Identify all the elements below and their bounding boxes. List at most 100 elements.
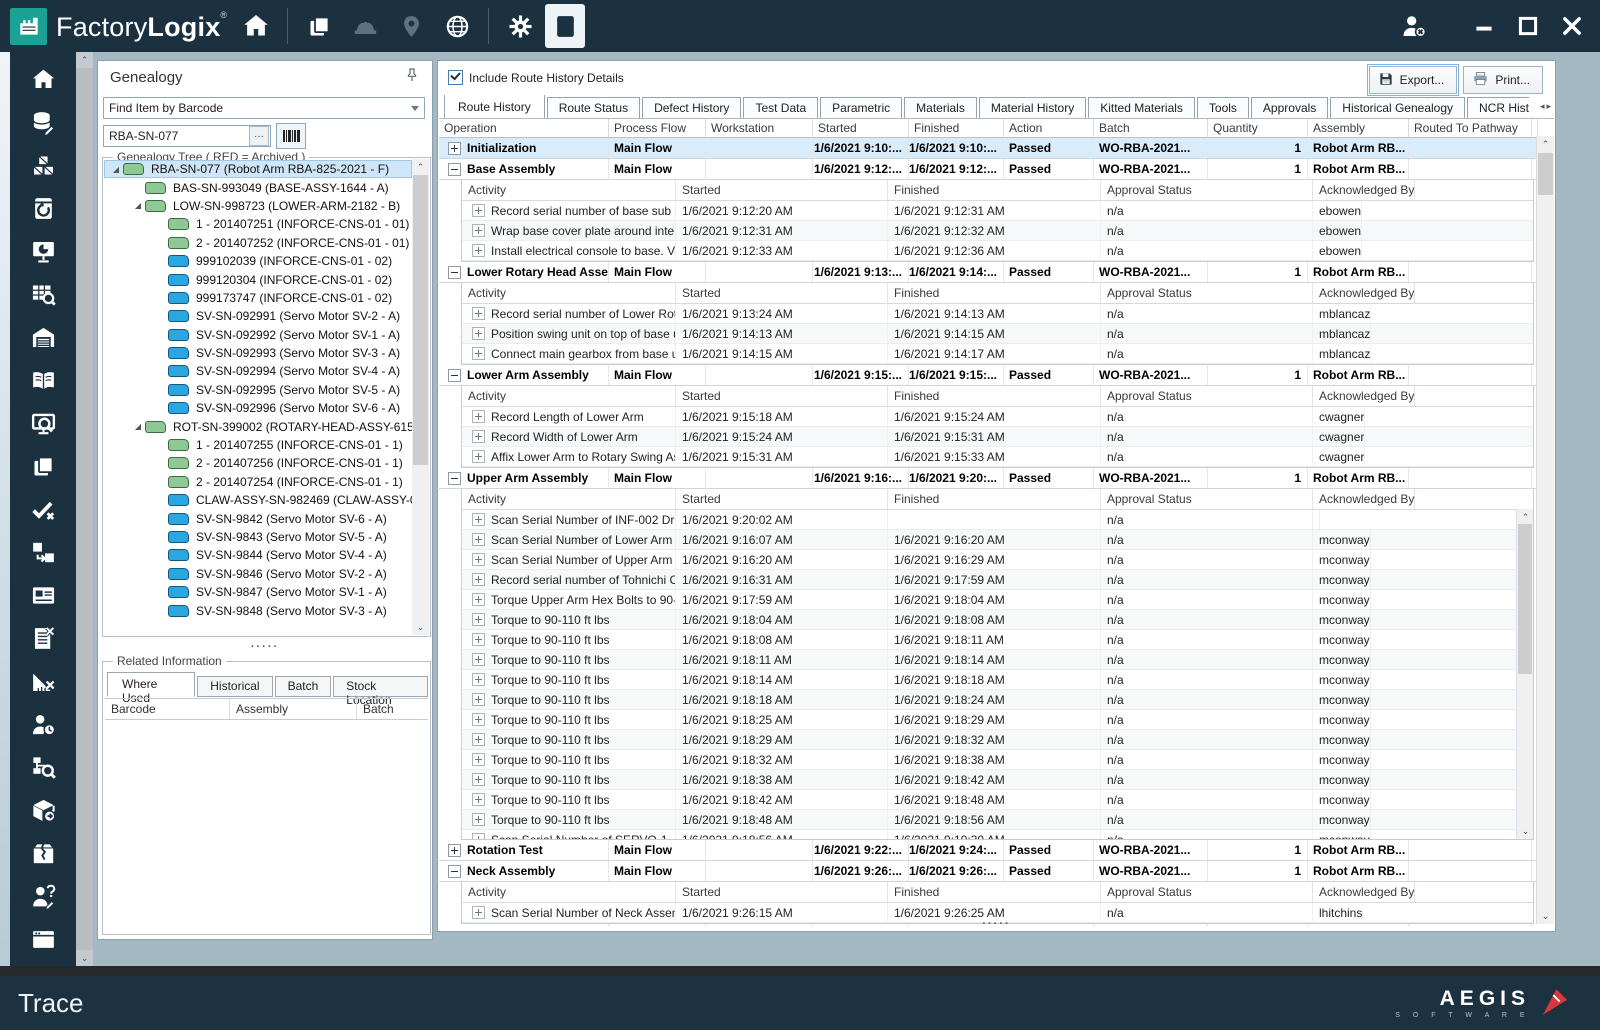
activity-row[interactable]: Record serial number of base sub asse...… xyxy=(462,201,1533,221)
column-header-assembly[interactable]: Assembly xyxy=(1308,119,1409,137)
operation-row[interactable]: Lower Rotary Head Asse... Main Flow 1/6/20… xyxy=(439,262,1554,283)
expand-icon[interactable] xyxy=(472,673,485,686)
operation-row[interactable]: Neck Assembly Main Flow 1/6/2021 9:26:... 1… xyxy=(439,861,1554,882)
expand-icon[interactable] xyxy=(472,224,485,237)
scroll-down-icon[interactable]: ⌄ xyxy=(412,619,429,635)
pin-icon[interactable] xyxy=(404,67,420,87)
activity-row[interactable]: Install electrical console to base. Veri… xyxy=(462,241,1533,261)
sidebar-item-window-partial[interactable] xyxy=(30,926,57,953)
scroll-up-icon[interactable]: ⌃ xyxy=(412,159,429,175)
home-icon[interactable] xyxy=(235,5,277,47)
user-logout-icon[interactable] xyxy=(1396,9,1432,43)
activity-row[interactable]: Record Length of Lower Arm 1/6/2021 9:15:… xyxy=(462,407,1533,427)
sidebar-item-list-remove[interactable] xyxy=(30,625,57,652)
sub-table-scrollbar[interactable]: ⌃ ⌄ xyxy=(1516,509,1533,839)
activity-column-header[interactable]: Finished xyxy=(888,489,1101,509)
expand-icon[interactable] xyxy=(472,307,485,320)
chevron-down-icon[interactable] xyxy=(406,98,424,118)
activity-column-header[interactable]: Started xyxy=(676,882,888,902)
activity-row[interactable]: Torque to 90-110 ft lbs 1/6/2021 9:18:32 … xyxy=(462,750,1533,770)
activity-column-header[interactable]: Finished xyxy=(888,283,1101,303)
globe-icon[interactable] xyxy=(436,5,478,47)
close-button[interactable] xyxy=(1554,9,1590,43)
barcode-scan-button[interactable] xyxy=(276,123,306,149)
tree-item[interactable]: SV-SN-9844 (Servo Motor SV-4 - A) xyxy=(104,546,412,564)
expand-icon[interactable] xyxy=(472,613,485,626)
operation-row[interactable]: Initialization Main Flow 1/6/2021 9:10:...… xyxy=(439,138,1554,159)
activity-row[interactable]: Torque to 90-110 ft lbs 1/6/2021 9:18:11 … xyxy=(462,650,1533,670)
collapse-icon[interactable] xyxy=(448,864,461,878)
tree-item[interactable]: CLAW-ASSY-SN-982469 (CLAW-ASSY-029938... xyxy=(104,491,412,509)
include-route-history-checkbox[interactable] xyxy=(448,70,463,85)
scroll-up-icon[interactable]: ⌃ xyxy=(1517,509,1534,525)
activity-column-header[interactable]: Approval Status xyxy=(1101,882,1313,902)
tab-material-history[interactable]: Material History xyxy=(978,97,1087,118)
collapse-icon[interactable] xyxy=(448,265,461,279)
activity-column-header[interactable]: Acknowledged By xyxy=(1313,283,1416,303)
related-column-header[interactable]: Assembly xyxy=(230,699,357,719)
minimize-button[interactable] xyxy=(1466,9,1502,43)
column-header-action[interactable]: Action xyxy=(1004,119,1094,137)
sidebar-item-trace-book[interactable] xyxy=(30,195,57,222)
sidebar-item-home[interactable] xyxy=(30,66,57,93)
map-pin-icon[interactable] xyxy=(390,5,432,47)
activity-column-header[interactable]: Activity xyxy=(462,283,676,303)
tree-item[interactable]: SV-SN-092993 (Servo Motor SV-3 - A) xyxy=(104,344,412,362)
sidebar-item-user-clock[interactable] xyxy=(30,711,57,738)
related-column-header[interactable]: Batch xyxy=(357,699,428,719)
activity-row[interactable]: Torque to 90-110 ft lbs 1/6/2021 9:18:14 … xyxy=(462,670,1533,690)
expand-icon[interactable] xyxy=(472,327,485,340)
splitter-handle[interactable]: ····· xyxy=(98,641,432,653)
tree-item[interactable]: BAS-SN-993049 (BASE-ASSY-1644 - A) xyxy=(104,178,412,196)
activity-column-header[interactable]: Started xyxy=(676,386,888,406)
activity-row[interactable]: Record Width of Lower Arm 1/6/2021 9:15:2… xyxy=(462,427,1533,447)
sidebar-item-copy-pages[interactable] xyxy=(30,453,57,480)
tree-item[interactable]: SV-SN-9843 (Servo Motor SV-5 - A) xyxy=(104,528,412,546)
tree-expander-icon[interactable]: ◢ xyxy=(109,165,123,174)
activity-column-header[interactable]: Activity xyxy=(462,386,676,406)
tree-item[interactable]: ◢ ROT-SN-399002 (ROTARY-HEAD-ASSY-615 - G… xyxy=(104,417,412,435)
activity-column-header[interactable]: Approval Status xyxy=(1101,489,1313,509)
expand-icon[interactable] xyxy=(472,533,485,546)
sidebar-item-check-remove[interactable] xyxy=(30,496,57,523)
activity-row[interactable]: Torque to 90-110 ft lbs 1/6/2021 9:18:25 … xyxy=(462,710,1533,730)
collapse-icon[interactable] xyxy=(448,471,461,485)
expand-icon[interactable] xyxy=(472,713,485,726)
expand-icon[interactable] xyxy=(472,633,485,646)
expand-icon[interactable] xyxy=(472,753,485,766)
copy-pages-icon[interactable] xyxy=(298,5,340,47)
scroll-down-icon[interactable]: ⌄ xyxy=(1517,823,1534,839)
tree-item[interactable]: SV-SN-092992 (Servo Motor SV-1 - A) xyxy=(104,326,412,344)
expand-icon[interactable] xyxy=(472,450,485,463)
expand-icon[interactable] xyxy=(472,833,485,839)
scrollbar-thumb[interactable] xyxy=(413,175,428,465)
sidebar-item-database-edit[interactable] xyxy=(30,109,57,136)
activity-row[interactable]: Scan Serial Number of SERVO-11/6/2021 9:… xyxy=(462,830,1533,839)
activity-row[interactable]: Torque to 90-110 ft lbs 1/6/2021 9:18:08 … xyxy=(462,630,1533,650)
operation-row[interactable]: Rotation Test Main Flow 1/6/2021 9:22:... 1… xyxy=(439,840,1554,861)
sidebar-item-hierarchy-search[interactable] xyxy=(30,754,57,781)
tab-scroll-left-icon[interactable]: ◂ xyxy=(1540,101,1545,112)
scrollbar-thumb[interactable] xyxy=(1538,153,1553,195)
column-header-workstation[interactable]: Workstation xyxy=(706,119,813,137)
activity-row[interactable]: Torque to 90-110 ft lbs 1/6/2021 9:18:48 … xyxy=(462,810,1533,830)
activity-row[interactable]: Torque Upper Arm Hex Bolts to 90-11...1/… xyxy=(462,590,1533,610)
activity-column-header[interactable]: Acknowledged By xyxy=(1313,489,1416,509)
activity-column-header[interactable]: Started xyxy=(676,283,888,303)
expand-icon[interactable] xyxy=(472,653,485,666)
activity-row[interactable]: Scan Serial Number of INF-002 Drive ...1… xyxy=(462,510,1533,530)
activity-column-header[interactable]: Acknowledged By xyxy=(1313,882,1416,902)
activity-row[interactable]: Connect main gearbox from base unit ...1… xyxy=(462,344,1533,364)
sidebar-item-grid-search[interactable] xyxy=(30,281,57,308)
tab-scroll-right-icon[interactable]: ▸ xyxy=(1546,101,1551,112)
tab-kitted-materials[interactable]: Kitted Materials xyxy=(1088,97,1195,118)
tab-parametric[interactable]: Parametric xyxy=(820,97,903,118)
tree-item[interactable]: SV-SN-092996 (Servo Motor SV-6 - A) xyxy=(104,399,412,417)
activity-column-header[interactable]: Acknowledged By xyxy=(1313,180,1416,200)
trace-book-icon[interactable] xyxy=(545,4,586,48)
sidebar-item-user-question[interactable] xyxy=(30,883,57,910)
column-header-quantity[interactable]: Quantity xyxy=(1208,119,1308,137)
tree-item[interactable]: SV-SN-9842 (Servo Motor SV-6 - A) xyxy=(104,509,412,527)
tab-tools[interactable]: Tools xyxy=(1196,97,1249,118)
activity-row[interactable]: Scan Serial Number of Upper Arm 1/6/2021 … xyxy=(462,550,1533,570)
